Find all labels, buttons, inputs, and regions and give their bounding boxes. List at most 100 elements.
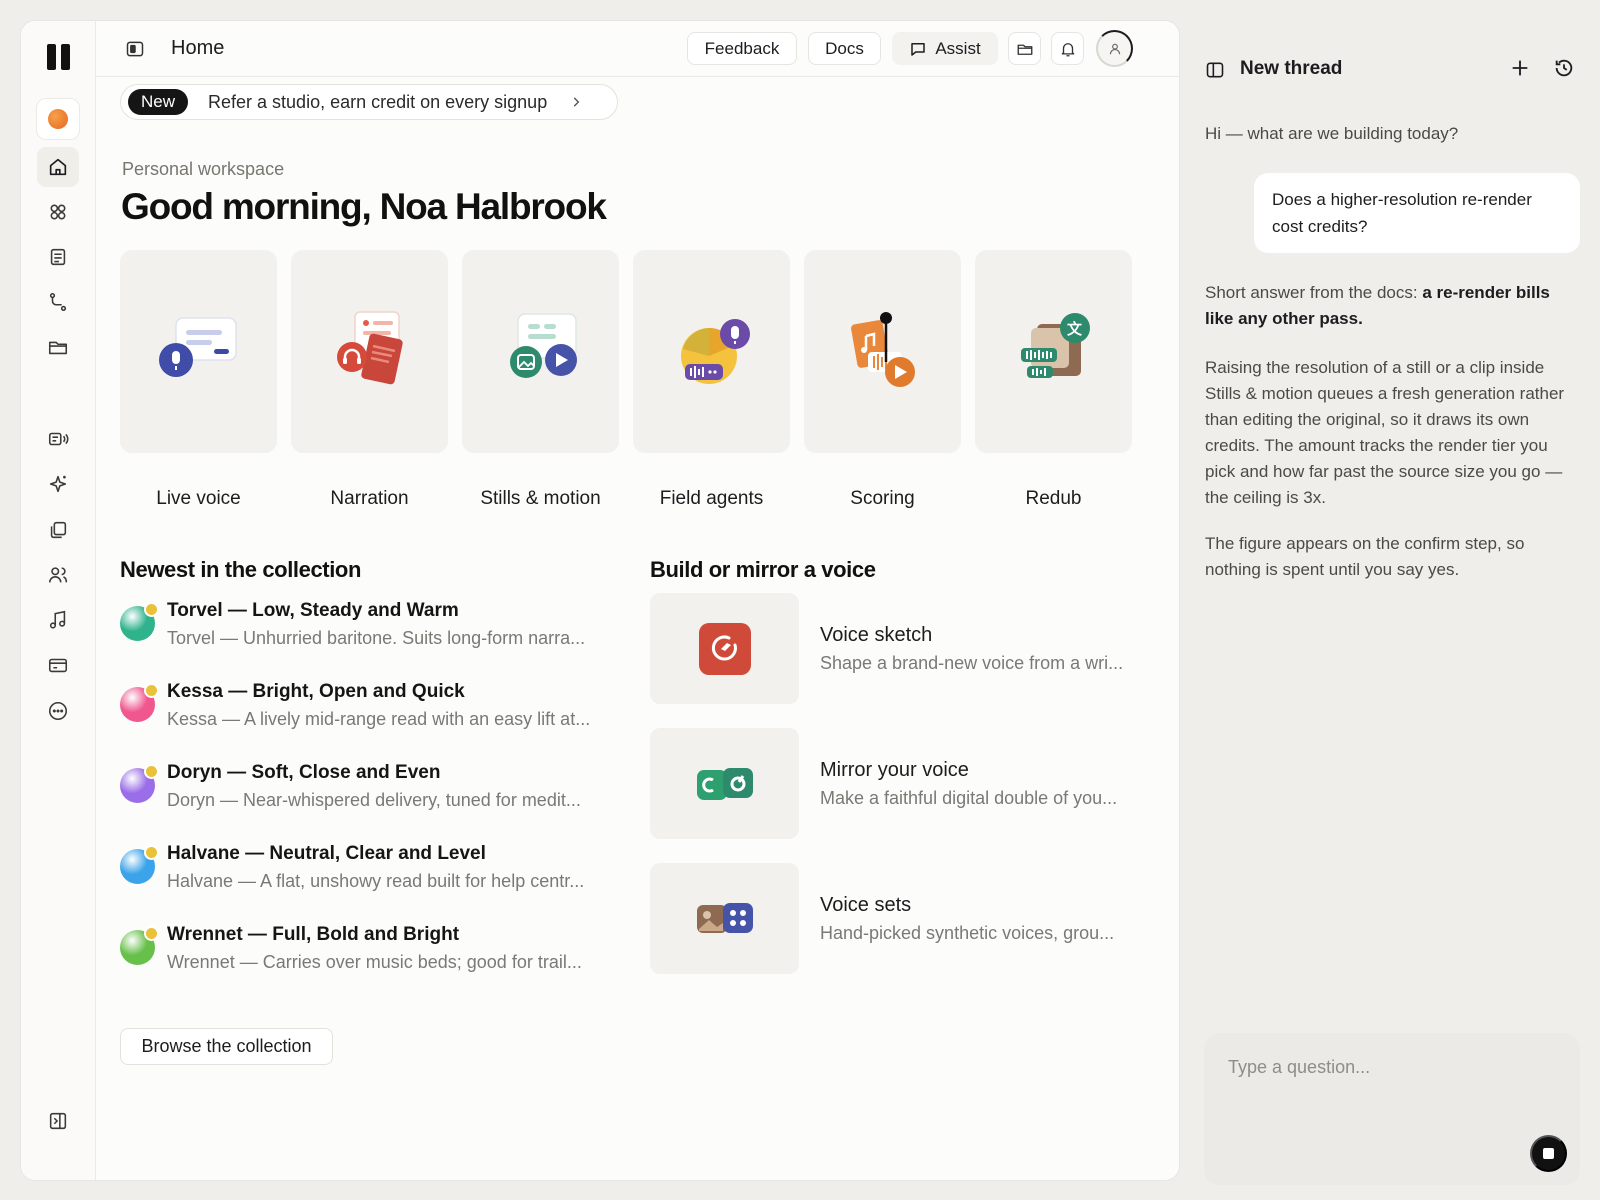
app-logo[interactable] [47, 44, 70, 70]
verified-badge-icon [144, 683, 159, 698]
assistant-greeting: Hi — what are we building today? [1205, 124, 1459, 143]
sidebar-toggle[interactable] [37, 1101, 79, 1141]
voice-sketch-thumb [650, 593, 799, 704]
build-title: Build or mirror a voice [650, 557, 876, 582]
top-bar: Home Feedback Docs Assist [96, 21, 1179, 77]
stop-icon [1543, 1148, 1554, 1159]
sidebar-item-more[interactable] [37, 691, 79, 731]
referral-text: Refer a studio, earn credit on every sig… [208, 91, 548, 112]
page-title: Home [171, 37, 225, 59]
voice-description: Torvel — Unhurried baritone. Suits long-… [167, 628, 586, 648]
list-item[interactable]: Torvel — Low, Steady and Warm Torvel — U… [120, 600, 620, 660]
credit-card-icon [48, 658, 68, 673]
assistant-reply-footer: The figure appears on the confirm step, … [1205, 534, 1525, 579]
main-app: Home Feedback Docs Assist New Refer a st… [21, 21, 1179, 1180]
redub-icon: 文 [1021, 313, 1090, 378]
user-message: Does a higher-resolution re-render cost … [1254, 173, 1580, 253]
sidebar-rail [21, 21, 96, 1180]
org-switcher[interactable] [37, 99, 79, 139]
home-icon [49, 158, 67, 176]
build-item-mirror-voice[interactable]: Mirror your voice Make a faithful digita… [650, 728, 1134, 839]
notifications-button[interactable] [1051, 32, 1084, 65]
tool-tile-live-voice[interactable] [120, 250, 277, 453]
sparkle-icon [49, 475, 67, 493]
sidebar-item-speech[interactable] [37, 419, 79, 459]
verified-badge-icon [144, 845, 159, 860]
voice-name: Halvane — Neutral, Clear and Level [167, 843, 486, 864]
list-item[interactable]: Halvane — Neutral, Clear and Level Halva… [120, 843, 620, 903]
voice-description: Halvane — A flat, unshowy read built for… [167, 871, 585, 891]
sidebar-item-explore[interactable] [37, 192, 79, 232]
browse-collection-button[interactable]: Browse the collection [120, 1028, 333, 1065]
voice-description: Wrennet — Carries over music beds; good … [167, 952, 582, 972]
build-item-description: Make a faithful digital double of you... [820, 788, 1118, 808]
chat-bubble-icon [911, 42, 926, 56]
sidebar-item-billing[interactable] [37, 645, 79, 685]
route-icon [49, 292, 67, 312]
sidebar-item-scripts[interactable] [37, 237, 79, 277]
tool-tile-redub[interactable]: 文 [975, 250, 1132, 453]
build-item-name: Mirror your voice [820, 759, 969, 781]
sidebar-item-workflows[interactable] [37, 282, 79, 322]
verified-badge-icon [144, 926, 159, 941]
docs-button[interactable]: Docs [808, 32, 881, 65]
voice-sets-thumb [650, 863, 799, 974]
referral-banner[interactable]: New Refer a studio, earn credit on every… [120, 84, 618, 120]
scoring-icon [851, 312, 915, 387]
history-icon[interactable] [1553, 57, 1575, 79]
build-item-voice-sets[interactable]: Voice sets Hand-picked synthetic voices,… [650, 863, 1134, 974]
tool-tile-field-agents[interactable] [633, 250, 790, 453]
question-input[interactable] [1228, 1057, 1528, 1078]
live-voice-icon [159, 317, 237, 377]
speech-icon [48, 432, 69, 446]
tool-label-stills-motion: Stills & motion [480, 488, 601, 509]
sidebar-item-home[interactable] [37, 147, 79, 187]
voice-name: Torvel — Low, Steady and Warm [167, 600, 459, 621]
tool-tile-stills-motion[interactable] [462, 250, 619, 453]
list-item[interactable]: Kessa — Bright, Open and Quick Kessa — A… [120, 681, 620, 741]
sidebar-item-team[interactable] [37, 555, 79, 595]
mirror-voice-icon [696, 767, 753, 800]
build-item-voice-sketch[interactable]: Voice sketch Shape a brand-new voice fro… [650, 593, 1134, 704]
music-note-icon [49, 610, 66, 629]
more-icon [48, 701, 68, 721]
sidebar-panel-icon[interactable] [125, 39, 145, 59]
assist-button[interactable]: Assist [892, 32, 998, 65]
plus-icon[interactable] [1509, 57, 1531, 79]
assistant-reply-intro: Short answer from the docs: a re-render … [1205, 280, 1581, 332]
build-item-name: Voice sketch [820, 624, 933, 646]
grid-circles-icon [50, 204, 66, 220]
tool-tile-narration[interactable] [291, 250, 448, 453]
list-item[interactable]: Doryn — Soft, Close and Even Doryn — Nea… [120, 762, 620, 822]
reply-lead: Short answer from the docs: [1205, 283, 1423, 302]
sidebar-item-projects[interactable] [37, 327, 79, 367]
bell-icon [1061, 42, 1074, 56]
voice-sets-icon [696, 902, 753, 933]
mirror-voice-thumb [650, 728, 799, 839]
voice-description: Kessa — A lively mid-range read with an … [167, 709, 591, 729]
tool-label-redub: Redub [1025, 488, 1082, 509]
tool-tile-scoring[interactable] [804, 250, 961, 453]
sidebar-item-music[interactable] [37, 600, 79, 640]
verified-badge-icon [144, 602, 159, 617]
build-item-name: Voice sets [820, 894, 912, 916]
voice-description: Doryn — Near-whispered delivery, tuned f… [167, 790, 581, 810]
stop-button[interactable] [1530, 1135, 1567, 1172]
voice-sketch-icon [698, 622, 751, 675]
list-item[interactable]: Wrennet — Full, Bold and Bright Wrennet … [120, 924, 620, 984]
files-button[interactable] [1008, 32, 1041, 65]
sidebar-item-library[interactable] [37, 510, 79, 550]
stills-motion-icon [510, 313, 577, 378]
sidebar-item-effects[interactable] [37, 464, 79, 504]
svg-text:文: 文 [1067, 320, 1083, 338]
narration-icon [337, 311, 403, 385]
chevron-right-icon [573, 97, 580, 107]
user-avatar[interactable] [1096, 30, 1133, 67]
build-item-description: Hand-picked synthetic voices, grou... [820, 923, 1115, 943]
field-agents-icon [681, 319, 750, 384]
new-badge: New [128, 89, 189, 115]
voice-name: Doryn — Soft, Close and Even [167, 762, 441, 783]
feedback-button[interactable]: Feedback [687, 32, 797, 65]
user-icon [1109, 43, 1120, 54]
panel-icon[interactable] [1205, 60, 1225, 80]
